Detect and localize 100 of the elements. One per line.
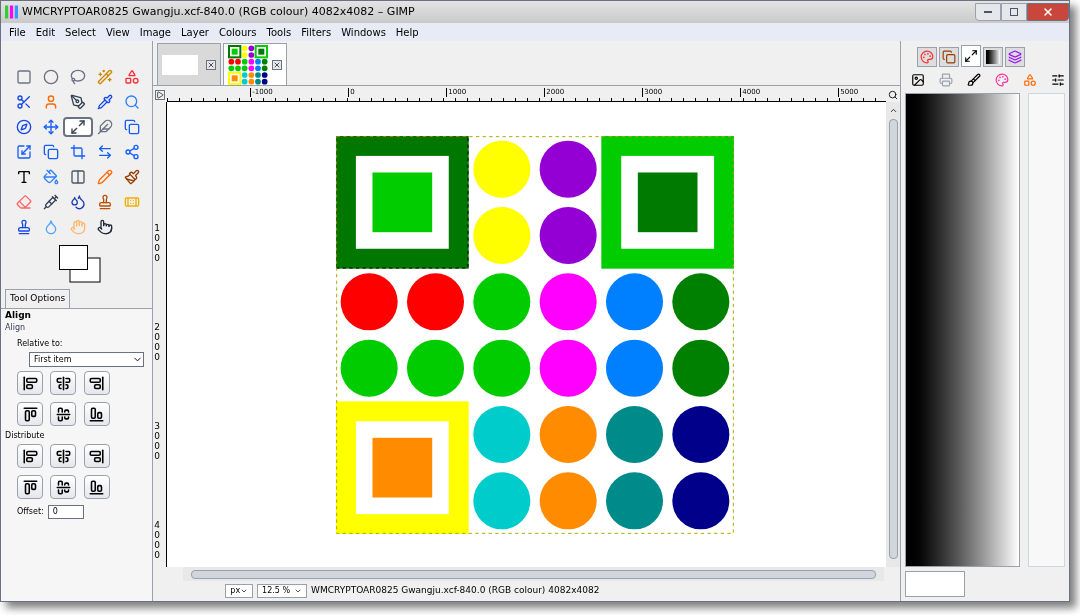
scrollbar-thumb[interactable] <box>888 119 898 559</box>
align-button[interactable] <box>50 475 77 499</box>
menu-item[interactable]: File <box>9 24 26 40</box>
ruler-label: 2000 <box>154 323 162 363</box>
pipette-icon <box>97 94 114 110</box>
feather-icon <box>97 119 114 135</box>
unit-dropdown[interactable]: px <box>225 584 254 598</box>
relative-label: Relative to: <box>17 338 64 350</box>
window-title: WMCRYPTOAR0825 Gwangju.xcf-840.0 (RGB colour) 4082x4082 – GIMP <box>22 3 415 20</box>
color-swatches-drawing[interactable] <box>59 245 101 283</box>
image-icon[interactable] <box>911 73 925 87</box>
menu-item[interactable]: Edit <box>35 24 56 40</box>
close-tab-icon[interactable] <box>272 59 283 70</box>
align-middle-icon <box>55 406 71 422</box>
menu-item[interactable]: Image <box>139 24 172 40</box>
menu-item[interactable]: Tools <box>266 24 292 40</box>
align-button[interactable] <box>17 371 43 395</box>
brush-icon[interactable] <box>967 73 981 87</box>
align-right-icon <box>89 375 105 391</box>
menu-item[interactable]: Help <box>395 24 419 40</box>
scroll-up-icon[interactable] <box>888 106 898 115</box>
menu-item[interactable]: Windows <box>341 24 386 40</box>
tool-options-tab[interactable]: Tool Options <box>5 289 71 308</box>
palette-icon[interactable] <box>995 73 1009 87</box>
ellipse-icon <box>43 69 60 85</box>
zoom-dropdown[interactable]: 12.5 % <box>257 584 308 598</box>
dock-tab[interactable] <box>983 47 1003 67</box>
move-icon <box>43 119 60 135</box>
align-top-icon <box>22 479 38 495</box>
status-text: WMCRYPTOAR0825 Gwangju.xcf-840.0 (RGB colour) 4082x4082 <box>311 584 600 598</box>
caret-icon <box>294 587 303 595</box>
arrows-icon <box>964 49 978 63</box>
align-button[interactable] <box>17 402 43 426</box>
image-tab[interactable] <box>223 43 288 85</box>
stamp-icon <box>97 194 114 210</box>
wand-icon <box>97 69 114 85</box>
align-center-icon <box>55 375 71 391</box>
bucket-icon <box>43 169 60 185</box>
image-thumbnail <box>162 54 199 75</box>
vertical-scrollbar[interactable] <box>886 102 900 567</box>
flip-icon <box>97 144 114 160</box>
menu-item[interactable]: View <box>105 24 130 40</box>
align-right-icon <box>89 448 105 464</box>
ink-icon <box>70 194 87 210</box>
align-button[interactable] <box>83 402 110 426</box>
align-top-icon <box>22 406 38 422</box>
distribute-label: Distribute <box>5 430 46 442</box>
text-icon <box>16 169 32 185</box>
align-center-icon <box>55 448 71 464</box>
sliders-icon[interactable] <box>1051 73 1065 87</box>
horizontal-scrollbar[interactable] <box>183 567 884 581</box>
align-left-icon <box>22 448 38 464</box>
scrollbar-thumb[interactable] <box>191 569 876 579</box>
paintbrush-icon <box>124 169 141 185</box>
dock-field <box>905 571 965 597</box>
maximize-button[interactable] <box>1001 3 1027 21</box>
section-title: Align <box>5 322 27 334</box>
ruler-menu-icon[interactable] <box>155 90 166 100</box>
menu-item[interactable]: Layer <box>181 24 209 40</box>
dock-tab[interactable] <box>961 45 981 67</box>
lasso-icon <box>70 69 87 85</box>
bandage-icon <box>124 194 141 210</box>
offset-field[interactable]: 0 <box>47 505 84 519</box>
eraser-icon <box>16 194 32 210</box>
copy-icon <box>942 50 956 64</box>
align-button[interactable] <box>50 371 77 395</box>
menu-item[interactable]: Colours <box>218 24 257 40</box>
align-button[interactable] <box>83 444 110 468</box>
ruler-label: 1000 <box>154 224 162 264</box>
compass-icon <box>16 119 32 135</box>
offset-label: Offset: <box>17 506 44 518</box>
align-button[interactable] <box>50 402 77 426</box>
minimize-button[interactable] <box>975 3 1001 21</box>
ruler-label: 4000 <box>154 521 162 561</box>
align-button[interactable] <box>83 475 110 499</box>
caret-icon <box>240 587 249 595</box>
canvas-area[interactable] <box>167 102 886 567</box>
align-middle-icon <box>55 479 71 495</box>
align-button[interactable] <box>17 475 43 499</box>
zoom-fit-icon[interactable] <box>888 90 898 100</box>
rectangle-icon <box>16 69 32 85</box>
image-thumbnail <box>228 44 269 85</box>
close-button[interactable] <box>1027 3 1069 21</box>
align-button[interactable] <box>83 371 110 395</box>
shapes-icon <box>124 69 141 85</box>
align-bottom-icon <box>89 479 105 495</box>
relative-dropdown[interactable]: First item <box>29 352 145 367</box>
app-icon <box>5 5 18 19</box>
align-button[interactable] <box>50 444 77 468</box>
tool-button[interactable] <box>63 117 94 137</box>
close-icon <box>1042 6 1054 18</box>
ruler-label: 3000 <box>154 422 162 462</box>
palette-icon <box>920 50 934 64</box>
align-bottom-icon <box>89 406 105 422</box>
menu-item[interactable]: Select <box>65 24 96 40</box>
scissors-icon <box>16 94 32 110</box>
tool-name: Align <box>5 308 32 322</box>
menu-item[interactable]: Filters <box>301 24 332 40</box>
close-tab-icon[interactable] <box>206 59 217 70</box>
align-button[interactable] <box>17 444 43 468</box>
